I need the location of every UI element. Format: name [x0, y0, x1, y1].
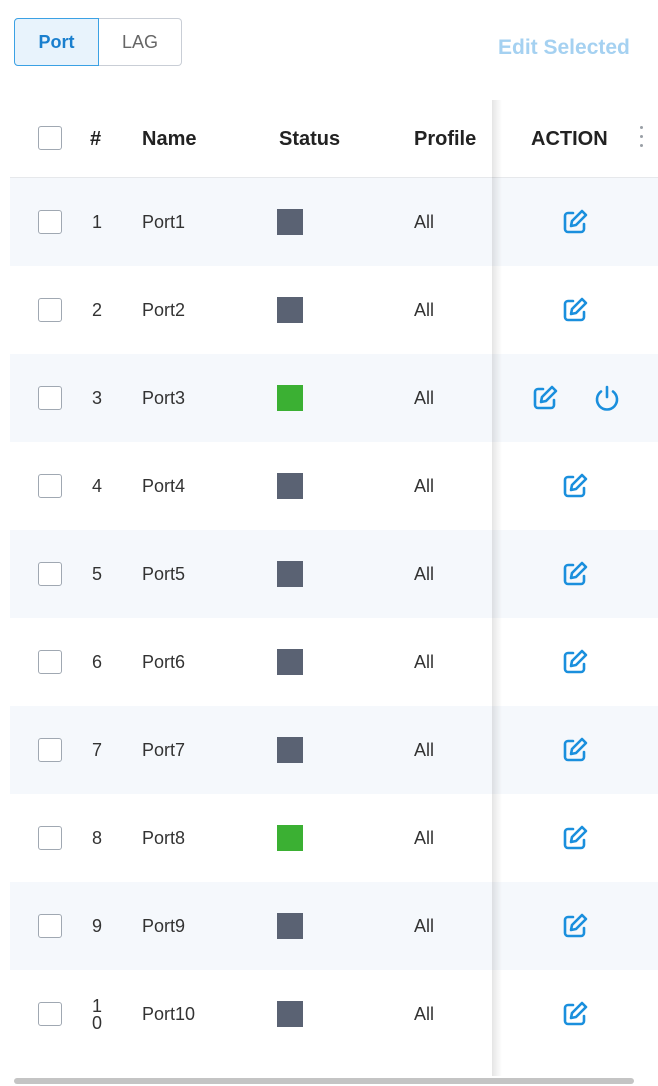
table-row[interactable]: 4 Port4 All [10, 442, 658, 530]
row-checkbox[interactable] [38, 1002, 62, 1026]
table-row[interactable]: 6 Port6 All [10, 618, 658, 706]
row-checkbox[interactable] [38, 298, 62, 322]
status-indicator [277, 913, 303, 939]
profile-value: All [414, 476, 435, 496]
table-row[interactable]: 7 Port7 All [10, 706, 658, 794]
port-name: Port9 [142, 916, 186, 936]
row-index: 7 [91, 740, 102, 760]
edit-icon[interactable] [558, 997, 592, 1031]
scrollbar-thumb[interactable] [14, 1078, 634, 1084]
port-name: Port2 [142, 300, 186, 320]
status-indicator [277, 297, 303, 323]
profile-value: All [414, 652, 435, 672]
row-index: 2 [91, 300, 102, 320]
status-indicator [277, 1001, 303, 1027]
row-index: 8 [91, 828, 102, 848]
row-index: 3 [91, 388, 102, 408]
profile-value: All [414, 740, 435, 760]
horizontal-scrollbar[interactable] [10, 1076, 658, 1086]
status-indicator [277, 473, 303, 499]
column-status-header[interactable]: Status [279, 128, 340, 151]
edit-icon[interactable] [528, 381, 562, 415]
select-all-checkbox[interactable] [38, 126, 62, 150]
table-row[interactable]: 1 Port1 All [10, 178, 658, 266]
profile-value: All [414, 212, 435, 232]
row-checkbox[interactable] [38, 738, 62, 762]
edit-icon[interactable] [558, 909, 592, 943]
column-settings-icon[interactable] [638, 126, 644, 152]
row-index: 5 [91, 564, 102, 584]
port-name: Port8 [142, 828, 186, 848]
row-checkbox[interactable] [38, 386, 62, 410]
edit-icon[interactable] [558, 645, 592, 679]
port-name: Port1 [142, 212, 186, 232]
port-name: Port5 [142, 564, 186, 584]
column-name-header[interactable]: Name [142, 128, 196, 151]
edit-selected-button[interactable]: Edit Selected [498, 36, 630, 60]
status-indicator [277, 385, 303, 411]
column-profile-header[interactable]: Profile [414, 128, 476, 151]
port-lag-toggle: Port LAG [14, 18, 182, 66]
profile-value: All [414, 1004, 435, 1024]
profile-value: All [414, 388, 435, 408]
status-indicator [277, 825, 303, 851]
port-name: Port7 [142, 740, 186, 760]
row-index: 4 [91, 476, 102, 496]
column-action-header: ACTION [531, 128, 608, 150]
fixed-column-shadow [492, 100, 502, 1076]
power-icon[interactable] [590, 381, 624, 415]
profile-value: All [414, 828, 435, 848]
port-name: Port3 [142, 388, 186, 408]
column-index-header: # [90, 128, 102, 150]
tab-lag[interactable]: LAG [99, 18, 182, 66]
status-indicator [277, 649, 303, 675]
edit-icon[interactable] [558, 469, 592, 503]
profile-value: All [414, 916, 435, 936]
edit-icon[interactable] [558, 821, 592, 855]
table-row[interactable]: 8 Port8 All [10, 794, 658, 882]
tab-port[interactable]: Port [14, 18, 99, 66]
edit-icon[interactable] [558, 557, 592, 591]
status-indicator [277, 209, 303, 235]
profile-value: All [414, 300, 435, 320]
table-header: # Name Status Profile ACTION [10, 100, 658, 178]
edit-icon[interactable] [558, 293, 592, 327]
port-name: Port10 [142, 1004, 196, 1024]
row-index: 1 [91, 212, 102, 232]
row-index: 6 [91, 652, 102, 672]
edit-icon[interactable] [558, 733, 592, 767]
status-indicator [277, 737, 303, 763]
edit-icon[interactable] [558, 205, 592, 239]
port-name: Port4 [142, 476, 186, 496]
table-row[interactable]: 5 Port5 All [10, 530, 658, 618]
row-checkbox[interactable] [38, 826, 62, 850]
row-checkbox[interactable] [38, 210, 62, 234]
row-checkbox[interactable] [38, 650, 62, 674]
row-checkbox[interactable] [38, 562, 62, 586]
row-checkbox[interactable] [38, 474, 62, 498]
table-row[interactable]: 2 Port2 All [10, 266, 658, 354]
row-index: 10 [91, 996, 102, 1033]
status-indicator [277, 561, 303, 587]
port-name: Port6 [142, 652, 186, 672]
row-index: 9 [91, 916, 102, 936]
toolbar: Port LAG Edit Selected [0, 0, 658, 100]
table-row[interactable]: 9 Port9 All [10, 882, 658, 970]
table-row[interactable]: 3 Port3 All [10, 354, 658, 442]
row-checkbox[interactable] [38, 914, 62, 938]
profile-value: All [414, 564, 435, 584]
table-row[interactable]: 1 0 Port10 All [10, 970, 658, 1058]
